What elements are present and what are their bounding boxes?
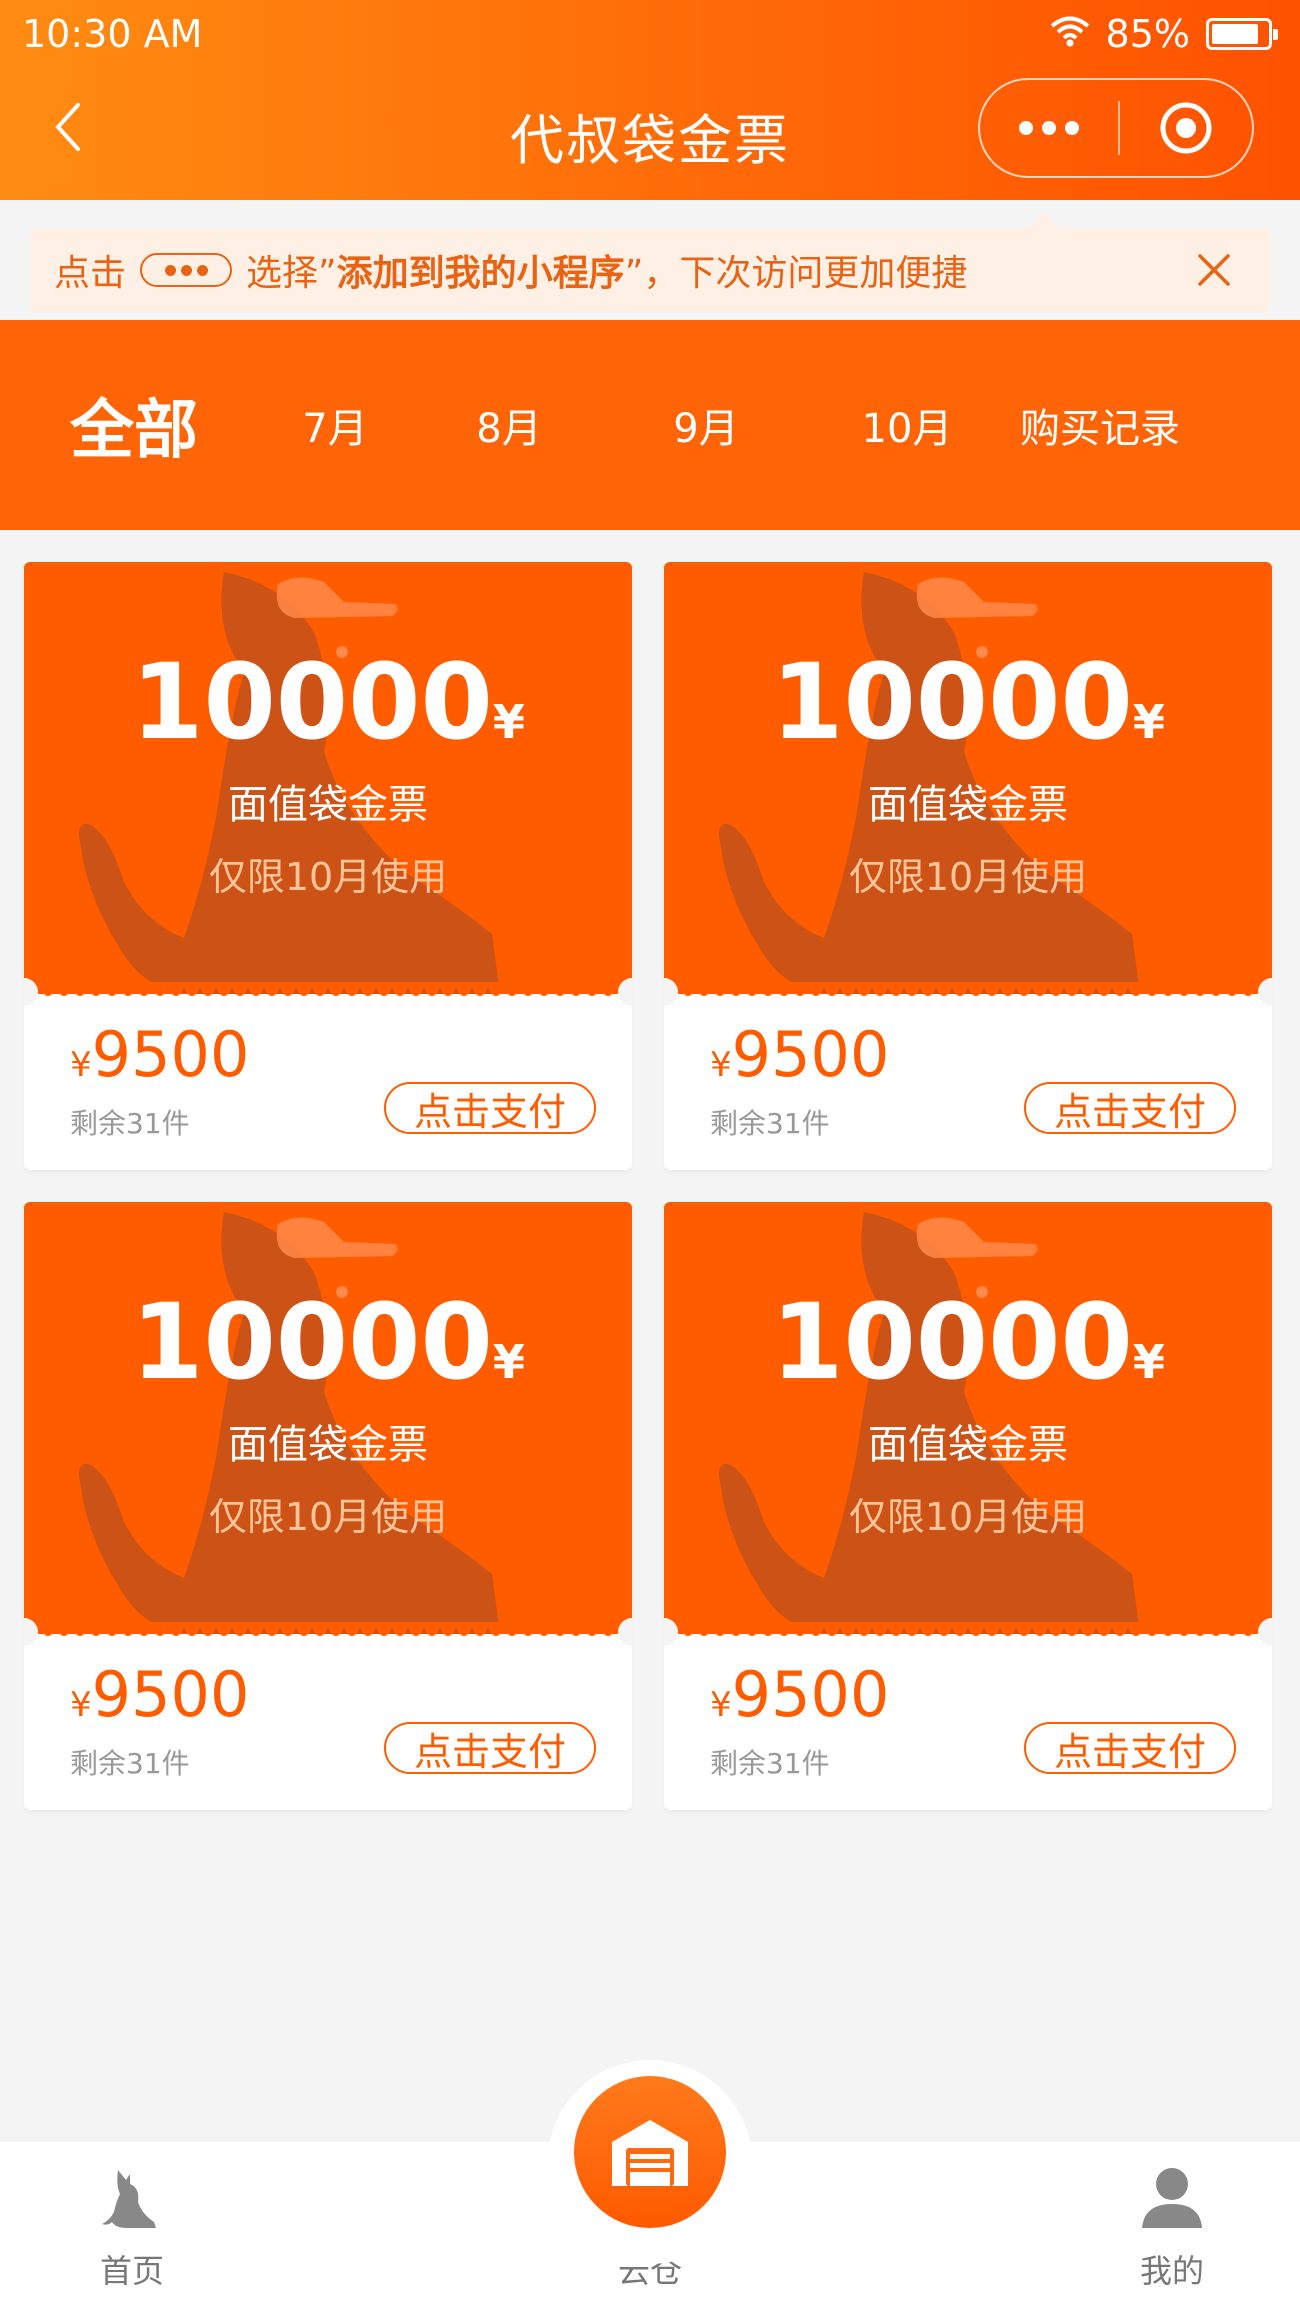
pay-button[interactable]: 点击支付 <box>384 1082 596 1134</box>
coupon-price: ¥9500 <box>70 1658 250 1731</box>
add-miniprogram-hint: 点击 选择” 添加到我的小程序 ”，下次访问更加便捷 <box>30 212 1270 312</box>
coupon-price: ¥9500 <box>710 1018 890 1091</box>
target-icon <box>1160 102 1212 154</box>
warehouse-icon <box>612 2120 688 2186</box>
close-icon[interactable] <box>1186 242 1242 298</box>
coupon-limit: 仅限10月使用 <box>848 1495 1088 1539</box>
tab-purchase-history[interactable]: 购买记录 <box>1010 396 1190 454</box>
user-icon <box>1142 2168 1202 2228</box>
coupon-face-label: 面值袋金票 <box>868 782 1068 828</box>
more-button[interactable] <box>980 80 1118 176</box>
pay-button[interactable]: 点击支付 <box>384 1722 596 1774</box>
tab-july[interactable]: 7月 <box>260 396 410 454</box>
pay-button[interactable]: 点击支付 <box>1024 1082 1236 1134</box>
nav-home-label: 首页 <box>99 2252 164 2290</box>
coupon-card[interactable]: 10000¥ 面值袋金票 仅限10月使用 ¥9500 剩余31件 点击支付 <box>664 1202 1272 1810</box>
coupon-face: 10000¥ 面值袋金票 仅限10月使用 <box>664 1202 1272 1634</box>
coupon-limit: 仅限10月使用 <box>848 855 1088 899</box>
coupon-card[interactable]: 10000¥ 面值袋金票 仅限10月使用 ¥9500 剩余31件 点击支付 <box>24 1202 632 1810</box>
ticket-edge <box>664 1622 1272 1636</box>
page: 10:30 AM 85% 代叔袋金票 点击 选择” 添加到我的小程序 ”，下次访… <box>0 0 1300 2310</box>
coupon-stock: 剩余31件 <box>710 1107 830 1140</box>
status-time: 10:30 AM <box>22 12 203 56</box>
nav-home[interactable]: 首页 <box>88 2162 176 2292</box>
hint-bold: 添加到我的小程序 <box>336 253 625 294</box>
coupon-card[interactable]: 10000¥ 面值袋金票 仅限10月使用 ¥9500 剩余31件 点击支付 <box>24 562 632 1170</box>
coupon-amount: 10000¥ <box>131 641 525 763</box>
coupon-face: 10000¥ 面值袋金票 仅限10月使用 <box>24 562 632 994</box>
hint-prefix: 点击 <box>54 253 127 294</box>
coupon-face-label: 面值袋金票 <box>868 1422 1068 1468</box>
kangaroo-icon <box>102 2170 156 2228</box>
month-tabs: 全部 7月 8月 9月 10月 购买记录 <box>0 320 1300 530</box>
app-header: 10:30 AM 85% 代叔袋金票 <box>0 0 1300 200</box>
coupon-face-label: 面值袋金票 <box>228 1422 428 1468</box>
status-indicators: 85% <box>1050 12 1278 56</box>
miniprogram-capsule <box>978 78 1254 178</box>
tab-august[interactable]: 8月 <box>410 396 608 454</box>
coupon-face-label: 面值袋金票 <box>228 782 428 828</box>
coupon-amount: 10000¥ <box>771 641 1165 763</box>
coupon-amount: 10000¥ <box>131 1281 525 1403</box>
coupon-limit: 仅限10月使用 <box>208 855 448 899</box>
status-bar: 10:30 AM 85% <box>0 0 1300 74</box>
battery-percent: 85% <box>1105 12 1190 56</box>
close-miniprogram-button[interactable] <box>1120 80 1252 176</box>
nav-mine-label: 我的 <box>1139 2252 1204 2290</box>
coupon-price: ¥9500 <box>710 1658 890 1731</box>
coupon-face: 10000¥ 面值袋金票 仅限10月使用 <box>24 1202 632 1634</box>
battery-icon <box>1206 18 1278 50</box>
coupon-amount: 10000¥ <box>771 1281 1165 1403</box>
ticket-edge <box>24 1622 632 1636</box>
coupon-stock: 剩余31件 <box>710 1747 830 1780</box>
wifi-icon <box>1050 12 1090 56</box>
ticket-edge <box>664 982 1272 996</box>
coupon-price: ¥9500 <box>70 1018 250 1091</box>
coupon-face: 10000¥ 面值袋金票 仅限10月使用 <box>664 562 1272 994</box>
more-pill-icon <box>140 253 233 287</box>
tab-all[interactable]: 全部 <box>70 379 260 471</box>
nav-mine[interactable]: 我的 <box>1128 2162 1216 2292</box>
hint-suffix: ”，下次访问更加便捷 <box>624 253 968 294</box>
tab-september[interactable]: 9月 <box>608 396 804 454</box>
pay-button[interactable]: 点击支付 <box>1024 1722 1236 1774</box>
tab-october[interactable]: 10月 <box>804 396 1010 454</box>
hint-middle: 选择” <box>246 253 337 294</box>
coupon-card[interactable]: 10000¥ 面值袋金票 仅限10月使用 ¥9500 剩余31件 点击支付 <box>664 562 1272 1170</box>
warehouse-button[interactable] <box>574 2076 726 2228</box>
coupon-limit: 仅限10月使用 <box>208 1495 448 1539</box>
coupon-stock: 剩余31件 <box>70 1107 190 1140</box>
ticket-edge <box>24 982 632 996</box>
coupon-stock: 剩余31件 <box>70 1747 190 1780</box>
